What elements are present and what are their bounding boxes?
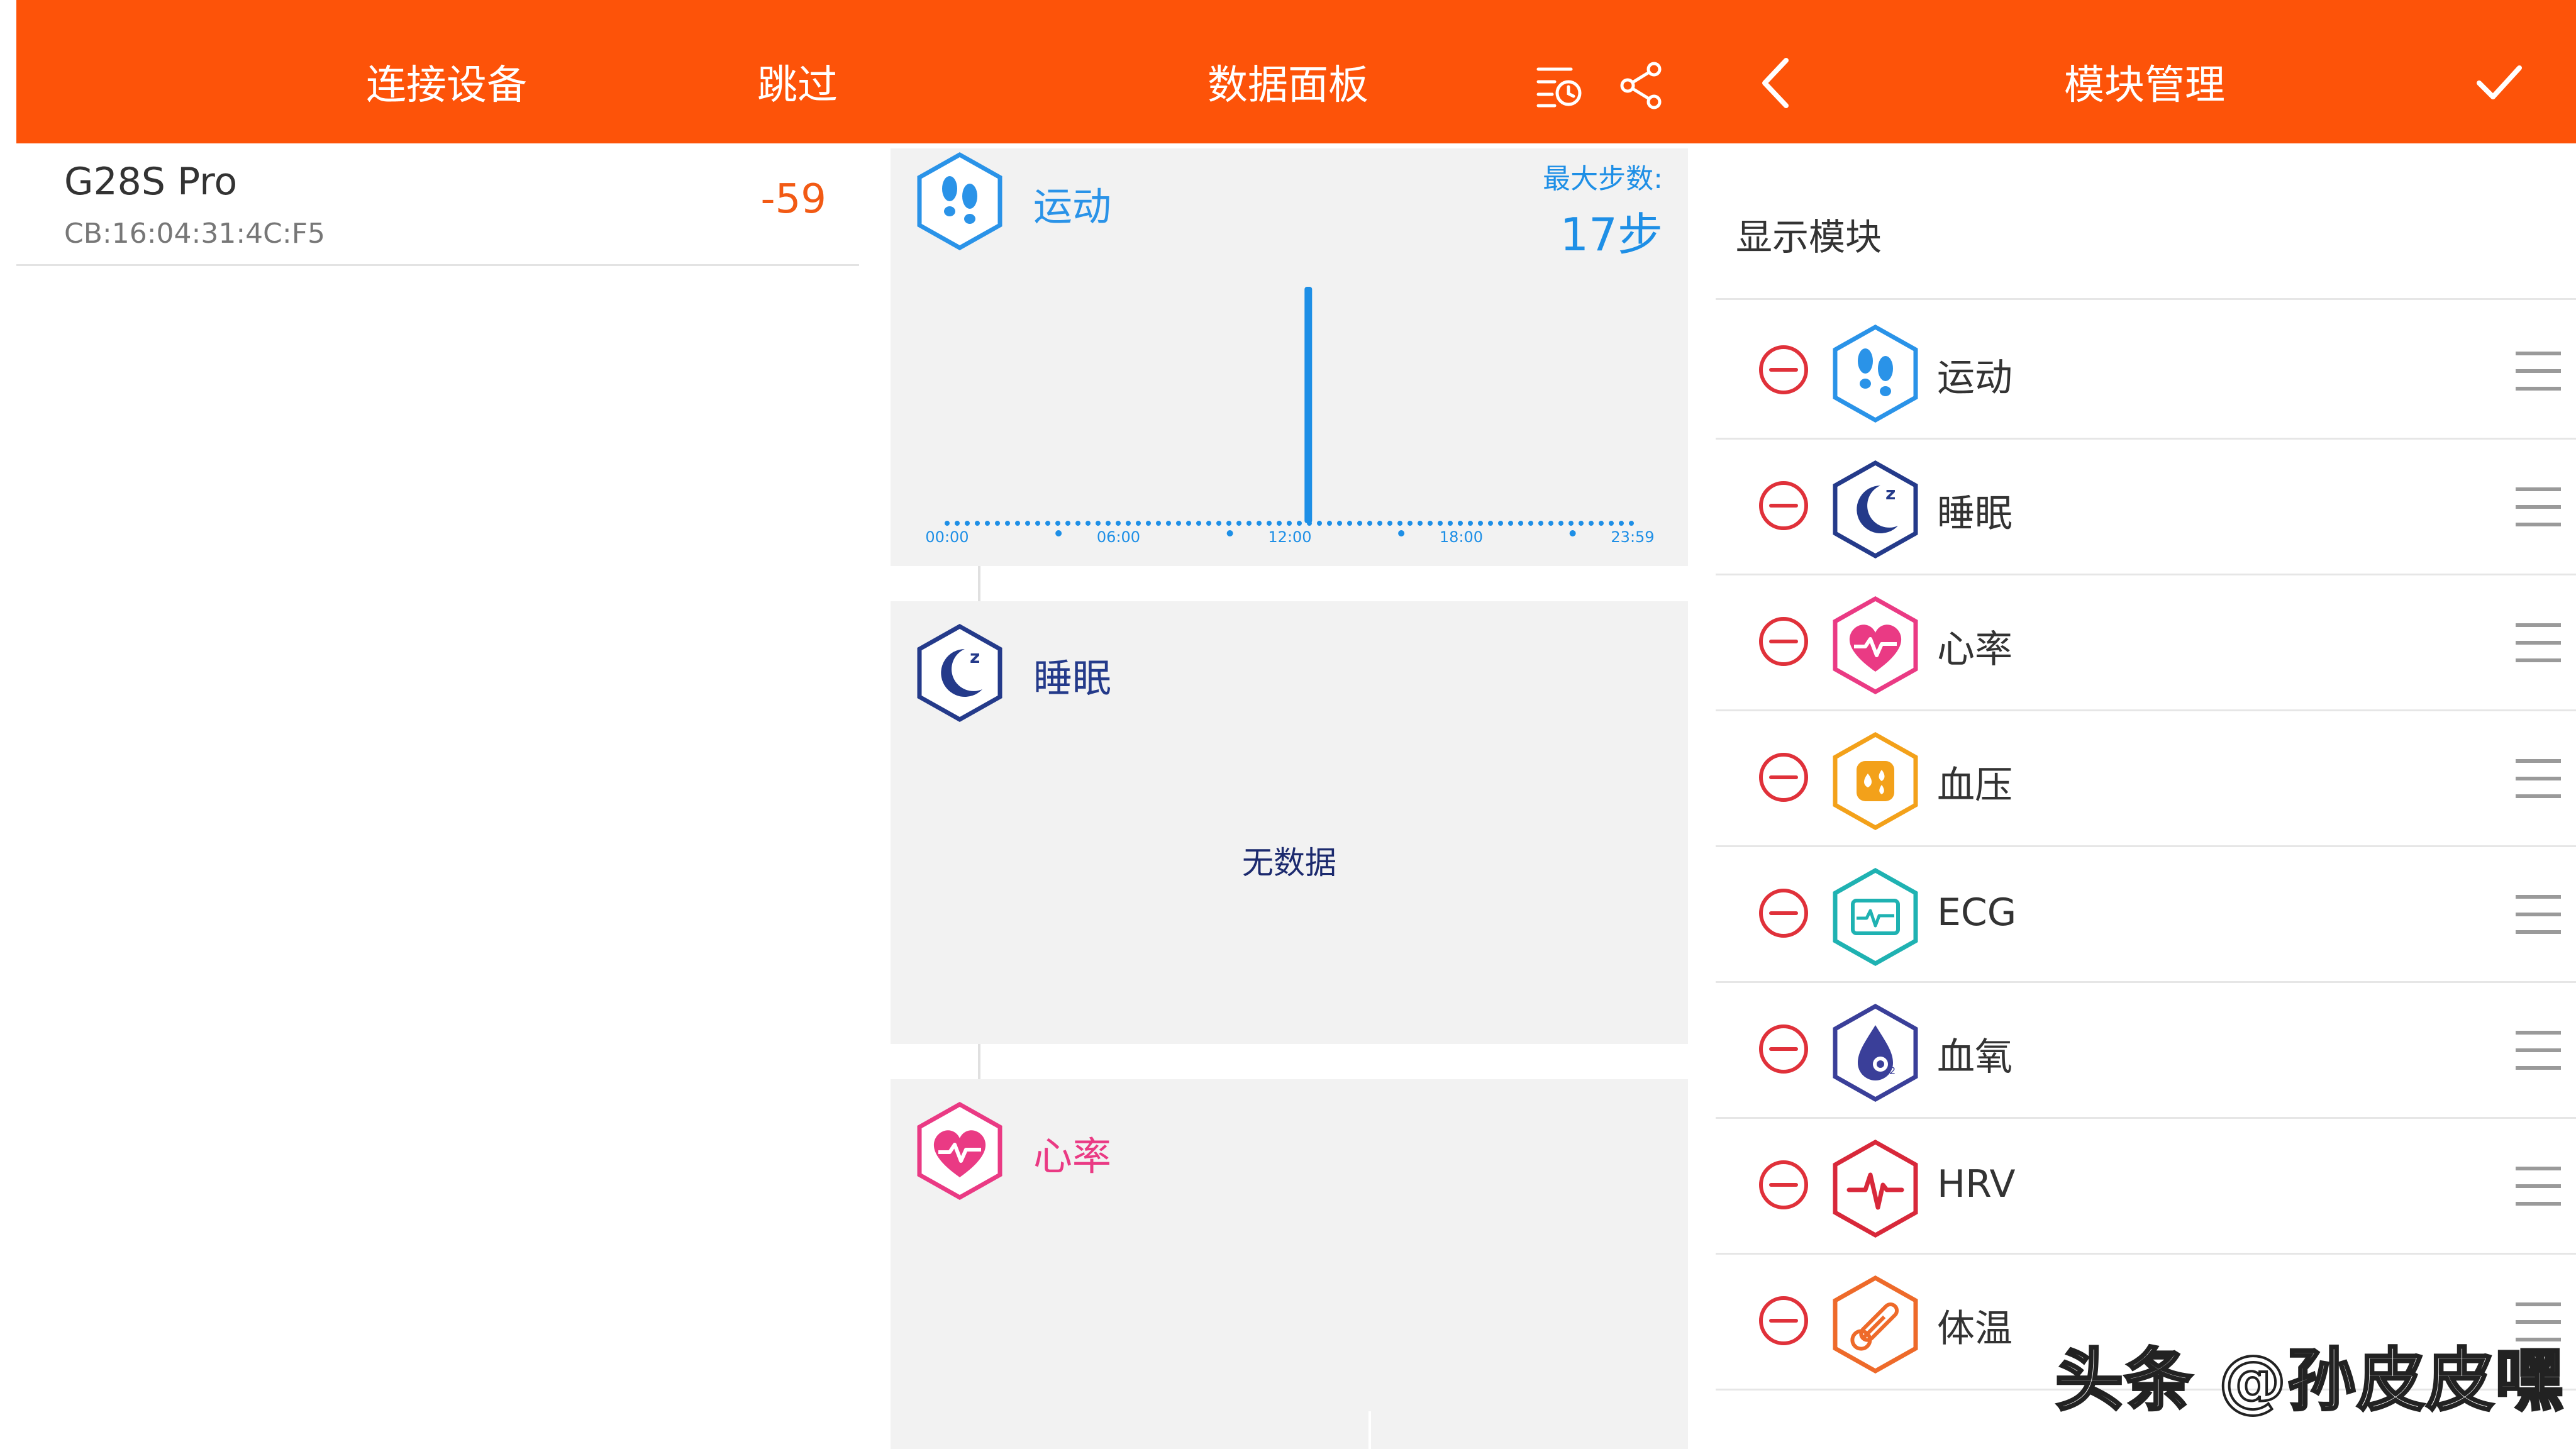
moon-icon: z <box>917 624 1002 722</box>
module-row[interactable]: 运动 <box>1716 302 2576 440</box>
remove-module-icon[interactable] <box>1757 1294 1810 1347</box>
minor-tick-dot <box>1569 530 1576 536</box>
ecg-icon <box>1833 868 1918 966</box>
connect-header: 连接设备 跳过 <box>16 0 859 143</box>
drag-handle-icon[interactable] <box>2514 755 2562 802</box>
module-row[interactable]: ECG <box>1716 845 2576 983</box>
module-label: 运动 <box>1937 356 2012 400</box>
page-title: 模块管理 <box>2064 62 2225 109</box>
connect-device-panel: 连接设备 跳过 G28S Pro CB:16:04:31:4C:F5 -59 <box>16 0 859 1449</box>
x-tick-label: 18:00 <box>1440 528 1483 546</box>
blood-pressure-icon <box>1833 732 1918 830</box>
module-label: 睡眠 <box>1937 492 2012 536</box>
drag-handle-icon[interactable] <box>2514 1162 2562 1210</box>
drag-handle-icon[interactable] <box>2514 347 2562 395</box>
back-icon[interactable] <box>1758 57 1792 109</box>
steps-chart: 00:00 06:00 12:00 18:00 23:59 <box>925 287 1655 546</box>
device-list-item[interactable]: G28S Pro CB:16:04:31:4C:F5 -59 <box>16 143 859 266</box>
heart-rate-icon <box>917 1102 1002 1200</box>
device-mac-address: CB:16:04:31:4C:F5 <box>64 218 326 250</box>
module-row[interactable]: 血压 <box>1716 709 2576 847</box>
svg-text:2: 2 <box>1889 1065 1896 1077</box>
drag-handle-icon[interactable] <box>2514 1026 2562 1074</box>
dashboard-header: 数据面板 <box>859 0 1716 143</box>
timeline-connector <box>978 1044 980 1079</box>
remove-module-icon[interactable] <box>1757 1023 1810 1075</box>
sleep-card[interactable]: z 睡眠 无数据 <box>891 601 1688 1044</box>
module-label: HRV <box>1937 1162 2016 1206</box>
remove-module-icon[interactable] <box>1757 887 1810 940</box>
remove-module-icon[interactable] <box>1757 343 1810 396</box>
section-label: 显示模块 <box>1736 216 1882 258</box>
dashboard-panel: 数据面板 运动 最大步数: 17步 00:00 06:00 12:00 18:0… <box>859 0 1716 1449</box>
confirm-check-icon[interactable] <box>2475 63 2523 102</box>
skip-button[interactable]: 跳过 <box>757 0 838 143</box>
card-title: 心率 <box>1033 1133 1112 1179</box>
module-label: 心率 <box>1937 628 2012 672</box>
module-manager-panel: 模块管理 显示模块 运动 z 睡眠 心率 血压 ECG 2 血氧 HRV 体温 <box>1716 0 2576 1449</box>
chart-cursor-line <box>1368 1411 1371 1449</box>
remove-module-icon[interactable] <box>1757 1158 1810 1211</box>
x-tick-label: 00:00 <box>925 528 969 546</box>
remove-module-icon[interactable] <box>1757 615 1810 668</box>
module-manager-header: 模块管理 <box>1716 0 2576 143</box>
watermark: 头条 @孙皮皮嘿 <box>2054 1340 2565 1421</box>
no-data-text: 无数据 <box>1242 845 1336 881</box>
module-row[interactable]: 2 血氧 <box>1716 981 2576 1119</box>
steps-bar <box>1304 287 1313 523</box>
module-row[interactable]: 心率 <box>1716 574 2576 711</box>
drag-handle-icon[interactable] <box>2514 483 2562 531</box>
moon-icon: z <box>1833 460 1918 558</box>
timeline-connector <box>978 566 980 601</box>
heart-rate-card[interactable]: 心率 <box>891 1079 1688 1449</box>
module-label: 体温 <box>1937 1307 2012 1351</box>
module-row[interactable]: z 睡眠 <box>1716 438 2576 575</box>
page-title: 数据面板 <box>1208 62 1368 109</box>
remove-module-icon[interactable] <box>1757 751 1810 804</box>
remove-module-icon[interactable] <box>1757 479 1810 532</box>
activity-card[interactable]: 运动 最大步数: 17步 00:00 06:00 12:00 18:00 23:59 <box>891 148 1688 566</box>
module-label: 血氧 <box>1937 1035 2012 1079</box>
drag-handle-icon[interactable] <box>2514 891 2562 938</box>
share-icon[interactable] <box>1619 62 1664 109</box>
x-tick-label: 06:00 <box>1097 528 1140 546</box>
device-name: G28S Pro <box>64 160 238 204</box>
heart-rate-icon <box>1833 596 1918 694</box>
module-label: 血压 <box>1937 763 2012 808</box>
footprints-icon <box>1833 325 1918 423</box>
x-tick-label: 12:00 <box>1268 528 1311 546</box>
svg-text:z: z <box>1885 483 1896 504</box>
hrv-icon <box>1833 1140 1918 1238</box>
drag-handle-icon[interactable] <box>2514 619 2562 667</box>
minor-tick-dot <box>1398 530 1405 536</box>
minor-tick-dot <box>1226 530 1233 536</box>
svg-text:z: z <box>970 647 980 667</box>
blood-oxygen-icon: 2 <box>1833 1004 1918 1102</box>
minor-tick-dot <box>1055 530 1062 536</box>
x-tick-label: 23:59 <box>1611 528 1654 546</box>
module-row[interactable]: HRV <box>1716 1117 2576 1255</box>
module-label: ECG <box>1937 891 2017 935</box>
thermometer-icon <box>1833 1275 1918 1374</box>
device-signal-strength: -59 <box>760 176 826 223</box>
card-title: 睡眠 <box>1033 655 1112 701</box>
history-clock-icon[interactable] <box>1536 64 1584 109</box>
divider <box>1716 298 2576 300</box>
page-title: 连接设备 <box>366 62 527 109</box>
